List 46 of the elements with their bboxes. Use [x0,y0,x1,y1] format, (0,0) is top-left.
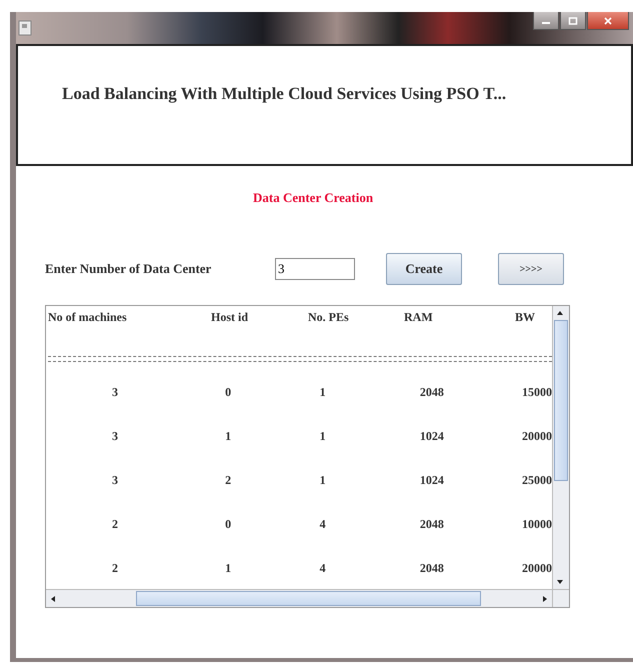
close-icon [603,16,613,24]
minimize-button[interactable] [533,12,559,30]
table-cell-text: 2 [110,516,119,532]
table-cell-text: 2048 [418,516,445,532]
table-cell-text: 25000 [521,472,552,488]
close-button[interactable] [587,12,629,30]
column-header: No. PEs [308,310,350,324]
app-icon [18,20,32,36]
app-title: Load Balancing With Multiple Cloud Services Using PSO T... [62,84,506,104]
scroll-thumb[interactable] [554,320,568,481]
table-cell-text: 3 [110,428,119,444]
table-cell-text: 4 [318,516,327,532]
section-title: Data Center Creation [253,190,374,206]
table-cell-text: 0 [224,384,232,400]
column-header: No of machines [48,310,128,324]
table-cell-text: 2 [224,472,232,488]
maximize-icon [568,16,578,24]
table-cell-text: 1 [318,428,327,444]
maximize-button[interactable] [560,12,586,30]
table-cell-text: 1 [318,384,327,400]
table-cell-text: 3 [110,472,119,488]
table-cell-text: 2048 [418,560,445,576]
table-cell-text: 15000 [521,384,552,400]
create-button[interactable]: Create [386,253,462,285]
column-header: RAM [404,310,434,324]
vertical-scrollbar[interactable] [552,306,569,589]
table-cell-text: 10000 [521,516,552,532]
field-label: Enter Number of Data Center [45,261,212,277]
table-cell-text: 1024 [418,428,445,444]
scroll-thumb[interactable] [136,591,481,606]
table-cell-text: 1 [224,560,232,576]
horizontal-scrollbar[interactable] [46,590,552,607]
table-cell-text: 20000 [521,428,552,444]
input-field[interactable]: 3 [275,258,355,280]
table-cell-text: 3 [110,384,119,400]
table-cell-text: 0 [224,516,232,532]
table-cell-text: 1024 [418,472,445,488]
table-cell-text: 1 [318,472,327,488]
table-cell-text: 1 [224,428,232,444]
table-cell-text: 2 [110,560,119,576]
column-header: Host id [211,310,250,324]
column-header: BW [515,310,536,324]
table-cell-text: 4 [318,560,327,576]
table-cell-text: 20000 [521,560,552,576]
next-button[interactable]: >>>> [498,253,564,285]
table-cell-text: 2048 [418,384,445,400]
